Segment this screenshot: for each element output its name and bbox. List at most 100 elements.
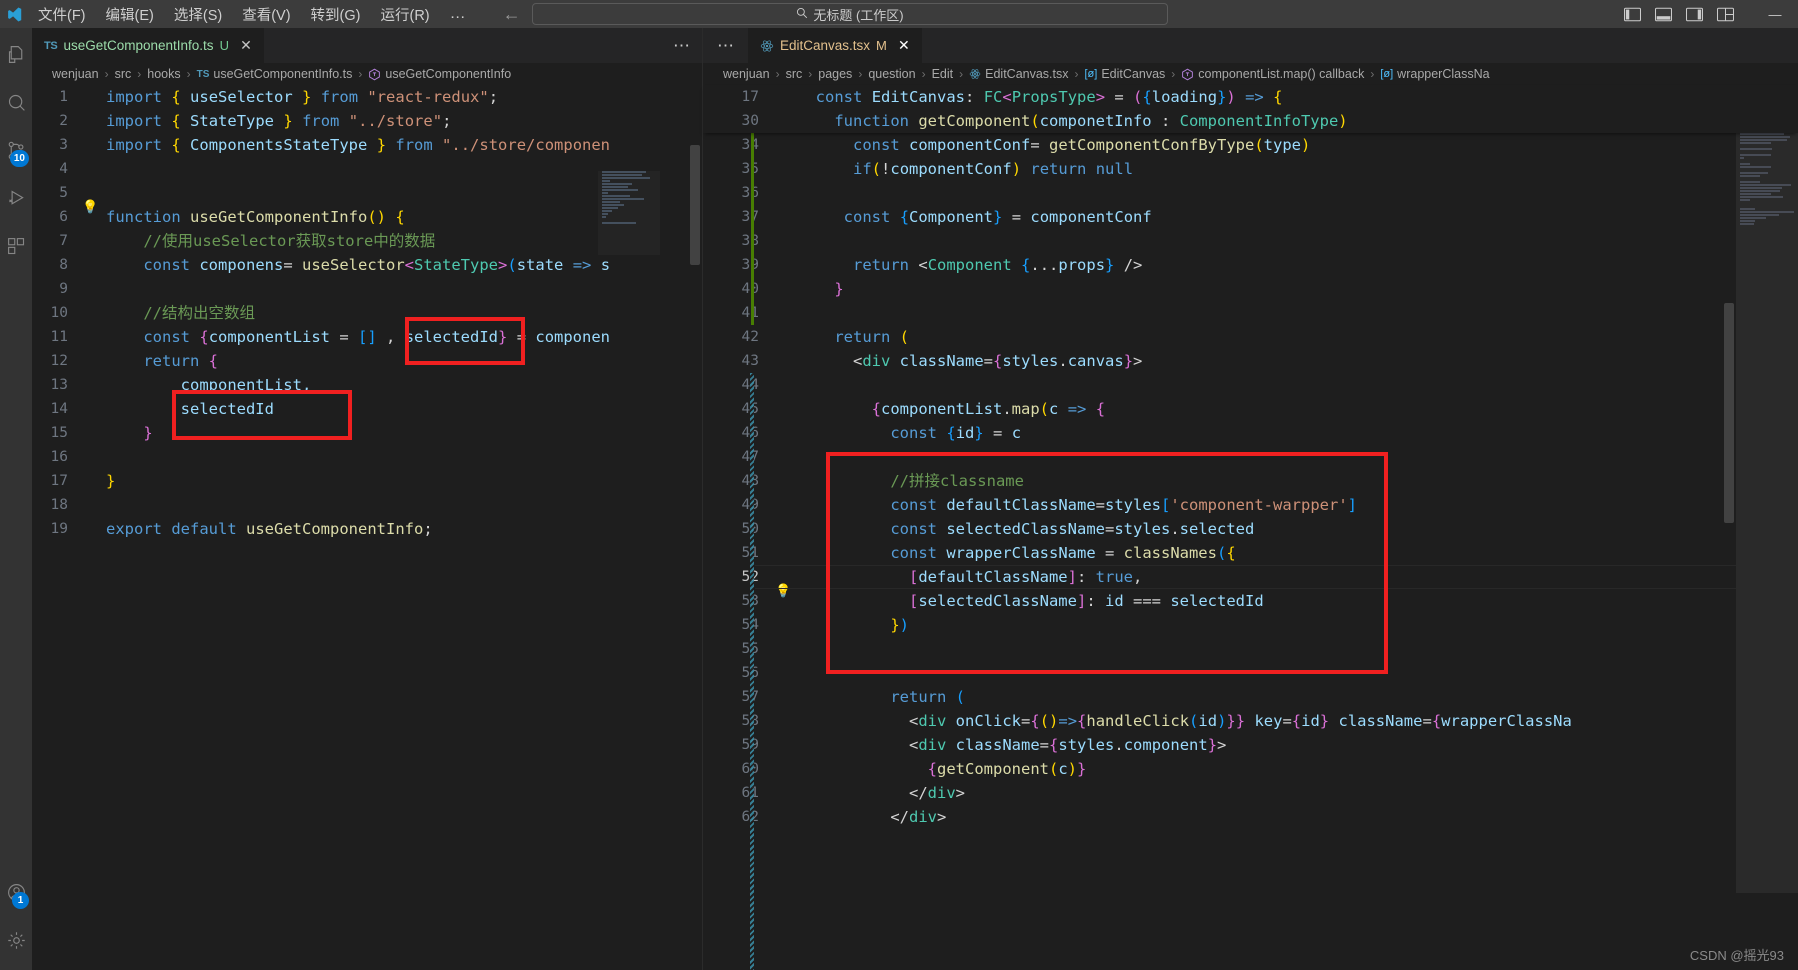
code-line[interactable]: 39 return <Component {...props} /> bbox=[703, 253, 1798, 277]
breadcrumb-item-hooks[interactable]: hooks bbox=[147, 67, 180, 81]
code-line[interactable]: 54 }) bbox=[703, 613, 1798, 637]
code-line[interactable]: 62 </div> bbox=[703, 805, 1798, 829]
code-line[interactable]: 55 bbox=[703, 637, 1798, 661]
code-line[interactable]: 30 function getComponent(componetInfo : … bbox=[703, 109, 1798, 133]
code-line[interactable]: 48 //拼接classname bbox=[703, 469, 1798, 493]
menu-file[interactable]: 文件(F) bbox=[28, 0, 96, 29]
scrollbar-thumb[interactable] bbox=[1724, 303, 1734, 523]
menu-selection[interactable]: 选择(S) bbox=[164, 0, 232, 29]
code-line[interactable]: 59 <div className={styles.component}> bbox=[703, 733, 1798, 757]
code-line[interactable]: 52💡 [defaultClassName]: true, bbox=[703, 565, 1798, 599]
breadcrumb-item-editcanvas[interactable]: EditCanvas bbox=[1101, 67, 1165, 81]
menu-run[interactable]: 运行(R) bbox=[370, 0, 439, 29]
code-line[interactable]: 61 </div> bbox=[703, 781, 1798, 805]
code-line[interactable]: 15 } bbox=[32, 421, 702, 445]
toggle-primary-sidebar-icon[interactable] bbox=[1624, 7, 1641, 22]
breadcrumb-item-callback[interactable]: componentList.map() callback bbox=[1198, 67, 1364, 81]
code-line[interactable]: 43 <div className={styles.canvas}> bbox=[703, 349, 1798, 373]
sidebar-item-run-debug[interactable] bbox=[0, 174, 32, 222]
code-line[interactable]: 44 bbox=[703, 373, 1798, 397]
code-line[interactable]: 41 bbox=[703, 301, 1798, 325]
code-line[interactable]: 19 export default useGetComponentInfo; bbox=[32, 517, 702, 541]
customize-layout-icon[interactable] bbox=[1717, 7, 1734, 22]
breadcrumb-item-pages[interactable]: pages bbox=[818, 67, 852, 81]
menu-overflow-button[interactable]: … bbox=[440, 3, 477, 25]
code-line[interactable]: 3 import { ComponentsStateType } from "..… bbox=[32, 133, 702, 157]
breadcrumb-left[interactable]: wenjuan › src › hooks › TS useGetCompone… bbox=[32, 63, 702, 85]
minimize-button[interactable]: — bbox=[1752, 0, 1798, 28]
code-line[interactable]: 2 import { StateType } from "../store"; bbox=[32, 109, 702, 133]
close-icon[interactable]: ✕ bbox=[238, 37, 254, 54]
settings-gear-button[interactable] bbox=[0, 916, 32, 964]
sidebar-item-explorer[interactable] bbox=[0, 30, 32, 78]
code-line[interactable]: 60 {getComponent(c)} bbox=[703, 757, 1798, 781]
code-line[interactable]: 10 //结构出空数组 bbox=[32, 301, 702, 325]
code-line[interactable]: 1 import { useSelector } from "react-redu… bbox=[32, 85, 702, 109]
menu-edit[interactable]: 编辑(E) bbox=[96, 0, 164, 29]
back-arrow-icon[interactable]: ← bbox=[503, 4, 521, 25]
code-line[interactable]: 42 return ( bbox=[703, 325, 1798, 349]
code-editor-right[interactable]: 34 const componentConf= getComponentConf… bbox=[703, 133, 1798, 970]
breadcrumb-item-wenjuan[interactable]: wenjuan bbox=[52, 67, 99, 81]
scrollbar-left[interactable] bbox=[688, 85, 702, 970]
breadcrumb-item-edit[interactable]: Edit bbox=[932, 67, 954, 81]
code-line[interactable]: 36 bbox=[703, 181, 1798, 205]
code-line[interactable]: 34 const componentConf= getComponentConf… bbox=[703, 133, 1798, 157]
code-line[interactable]: 11 const {componentList = [] , selectedI… bbox=[32, 325, 702, 349]
code-editor-left[interactable]: 1 import { useSelector } from "react-redu… bbox=[32, 85, 702, 970]
breadcrumb-item-wrapperclassname[interactable]: wrapperClassNa bbox=[1397, 67, 1489, 81]
quick-open-bar[interactable]: 无标题 (工作区) bbox=[532, 3, 1168, 25]
tab-EditCanvas-tsx[interactable]: EditCanvas.tsx M ✕ bbox=[748, 28, 923, 63]
minimap-slider[interactable] bbox=[1736, 133, 1798, 893]
editor-actions-right[interactable]: ⋯ bbox=[703, 28, 748, 63]
menu-view[interactable]: 查看(V) bbox=[232, 0, 300, 29]
code-line[interactable]: 13 componentList, bbox=[32, 373, 702, 397]
sidebar-item-extensions[interactable] bbox=[0, 222, 32, 270]
toggle-panel-icon[interactable] bbox=[1655, 7, 1672, 22]
breadcrumb-item-symbol[interactable]: useGetComponentInfo bbox=[385, 67, 511, 81]
code-line[interactable]: 16 bbox=[32, 445, 702, 469]
breadcrumb-item-src[interactable]: src bbox=[786, 67, 803, 81]
code-line[interactable]: 53 [selectedClassName]: id === selectedI… bbox=[703, 589, 1798, 613]
scrollbar-right[interactable] bbox=[1722, 133, 1736, 970]
editor-layout-actions[interactable] bbox=[1624, 7, 1752, 22]
tab-useGetComponentInfo-ts[interactable]: TS useGetComponentInfo.ts U ✕ bbox=[32, 28, 265, 63]
code-line[interactable]: 40 } bbox=[703, 277, 1798, 301]
code-line[interactable]: 51 const wrapperClassName = classNames({ bbox=[703, 541, 1798, 565]
sidebar-item-search[interactable] bbox=[0, 78, 32, 126]
scrollbar-thumb[interactable] bbox=[690, 145, 700, 265]
code-line[interactable]: 17 const EditCanvas: FC<PropsType> = ({l… bbox=[703, 85, 1798, 109]
sidebar-item-source-control[interactable]: 10 bbox=[0, 126, 32, 174]
menu-bar[interactable]: 文件(F) 编辑(E) 选择(S) 查看(V) 转到(G) 运行(R) … bbox=[28, 0, 477, 29]
code-line[interactable]: 57 return ( bbox=[703, 685, 1798, 709]
menu-go[interactable]: 转到(G) bbox=[301, 0, 371, 29]
close-icon[interactable]: ✕ bbox=[896, 37, 912, 54]
breadcrumb-item-file[interactable]: EditCanvas.tsx bbox=[985, 67, 1068, 81]
account-button[interactable]: 1 bbox=[0, 868, 32, 916]
code-line[interactable]: 35 if(!componentConf) return null bbox=[703, 157, 1798, 181]
code-line[interactable]: 17} bbox=[32, 469, 702, 493]
code-line[interactable]: 8 const componens= useSelector<StateType… bbox=[32, 253, 702, 277]
breadcrumb-item-wenjuan[interactable]: wenjuan bbox=[723, 67, 770, 81]
code-line[interactable]: 50 const selectedClassName=styles.select… bbox=[703, 517, 1798, 541]
code-line[interactable]: 37 const {Component} = componentConf bbox=[703, 205, 1798, 229]
breadcrumb-item-question[interactable]: question bbox=[868, 67, 915, 81]
code-line[interactable]: 49 const defaultClassName=styles['compon… bbox=[703, 493, 1798, 517]
code-content-left[interactable]: 1 import { useSelector } from "react-redu… bbox=[32, 85, 702, 541]
breadcrumb-item-src[interactable]: src bbox=[115, 67, 132, 81]
code-line[interactable]: 58 <div onClick={()=>{handleClick(id)}} … bbox=[703, 709, 1798, 733]
editor-actions-left[interactable]: ⋯ bbox=[673, 28, 702, 63]
toggle-secondary-sidebar-icon[interactable] bbox=[1686, 7, 1703, 22]
code-line[interactable]: 46 const {id} = c bbox=[703, 421, 1798, 445]
code-line[interactable]: 56 bbox=[703, 661, 1798, 685]
code-line[interactable]: 45 {componentList.map(c => { bbox=[703, 397, 1798, 421]
code-line[interactable]: 14 selectedId bbox=[32, 397, 702, 421]
code-line[interactable]: 38 bbox=[703, 229, 1798, 253]
code-line[interactable]: 47 bbox=[703, 445, 1798, 469]
code-content-right[interactable]: 34 const componentConf= getComponentConf… bbox=[703, 133, 1798, 829]
minimap-left[interactable] bbox=[598, 171, 660, 255]
breadcrumb-right[interactable]: wenjuan › src › pages › question › Edit … bbox=[703, 63, 1798, 85]
code-line[interactable]: 12 return { bbox=[32, 349, 702, 373]
minimap-right[interactable] bbox=[1736, 133, 1798, 970]
code-line[interactable]: 9 bbox=[32, 277, 702, 301]
